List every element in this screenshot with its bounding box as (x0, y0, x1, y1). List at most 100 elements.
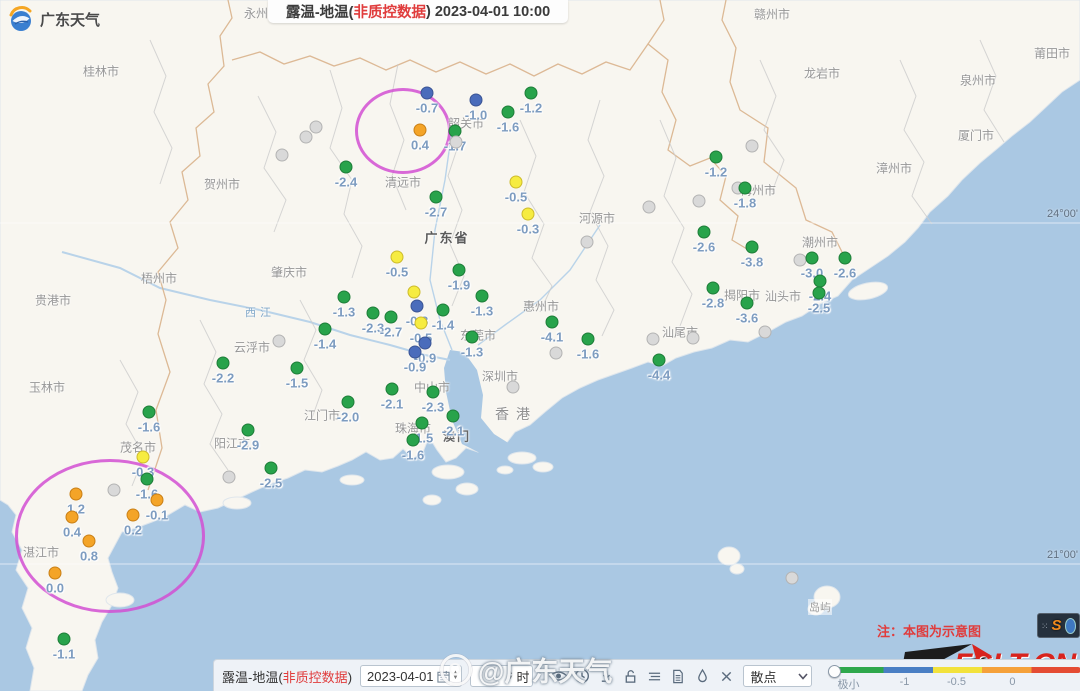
station-dot[interactable] (127, 509, 140, 522)
date-spinner[interactable]: ▲▼ (453, 671, 459, 681)
station-dot[interactable] (342, 396, 355, 409)
station-dot[interactable] (223, 471, 236, 484)
station-value: -1.2 (520, 101, 542, 116)
history-icon[interactable] (571, 666, 593, 686)
station-dot[interactable] (437, 304, 450, 317)
hour-spinner[interactable]: ▲▼ (508, 671, 514, 681)
station-dot[interactable] (450, 136, 463, 149)
station-dot[interactable] (759, 326, 772, 339)
station-dot[interactable] (476, 290, 489, 303)
station-dot[interactable] (525, 87, 538, 100)
calendar-icon[interactable] (437, 670, 450, 683)
station-dot[interactable] (427, 386, 440, 399)
station-dot[interactable] (582, 333, 595, 346)
hour-input[interactable]: ▲▼ 时 (470, 665, 533, 687)
station-value: -2.1 (381, 397, 403, 412)
station-dot[interactable] (217, 357, 230, 370)
station-dot[interactable] (319, 323, 332, 336)
station-dot[interactable] (698, 226, 711, 239)
station-dot[interactable] (421, 87, 434, 100)
station-dot[interactable] (151, 494, 164, 507)
station-dot[interactable] (447, 410, 460, 423)
station-dot[interactable] (746, 241, 759, 254)
station-dot[interactable] (414, 124, 427, 137)
station-dot[interactable] (813, 287, 826, 300)
station-dot[interactable] (49, 567, 62, 580)
station-value: -2.5 (260, 476, 282, 491)
station-dot[interactable] (386, 383, 399, 396)
station-dot[interactable] (408, 286, 421, 299)
mode-select[interactable]: 散点 (743, 665, 812, 687)
station-dot[interactable] (291, 362, 304, 375)
station-dot[interactable] (643, 201, 656, 214)
station-value: -3.8 (741, 255, 763, 270)
station-dot[interactable] (411, 300, 424, 313)
station-dot[interactable] (338, 291, 351, 304)
station-dot[interactable] (391, 251, 404, 264)
station-dot[interactable] (510, 176, 523, 189)
station-dot[interactable] (687, 332, 700, 345)
station-dot[interactable] (507, 381, 520, 394)
layers-icon[interactable] (643, 666, 665, 686)
station-dot[interactable] (653, 354, 666, 367)
station-dot[interactable] (265, 462, 278, 475)
station-dot[interactable] (746, 140, 759, 153)
station-dot[interactable] (276, 149, 289, 162)
station-dot[interactable] (83, 535, 96, 548)
eye-icon[interactable] (547, 666, 569, 686)
station-value: -0.5 (505, 190, 527, 205)
station-dot[interactable] (806, 252, 819, 265)
station-dot[interactable] (546, 316, 559, 329)
station-dot[interactable] (647, 333, 660, 346)
station-dot[interactable] (143, 406, 156, 419)
station-dot[interactable] (137, 451, 150, 464)
station-dot[interactable] (70, 488, 83, 501)
download-icon[interactable] (595, 666, 617, 686)
station-dot[interactable] (367, 307, 380, 320)
station-dot[interactable] (273, 335, 286, 348)
station-dot[interactable] (522, 208, 535, 221)
document-icon[interactable] (667, 666, 689, 686)
station-dot[interactable] (141, 473, 154, 486)
station-dot[interactable] (415, 317, 428, 330)
station-value: -1.6 (577, 347, 599, 362)
taskbar-fragment[interactable]: ⁙ S (1037, 613, 1080, 638)
station-dot[interactable] (416, 417, 429, 430)
station-dot[interactable] (58, 633, 71, 646)
station-value: -1.4 (314, 337, 336, 352)
map-title-bar: 露温-地温(非质控数据) 2023-04-01 10:00 (268, 0, 568, 23)
station-dot[interactable] (466, 331, 479, 344)
station-value: -4.4 (648, 368, 670, 383)
droplet-icon[interactable] (691, 666, 713, 686)
station-dot[interactable] (786, 572, 799, 585)
station-dot[interactable] (710, 151, 723, 164)
station-dot[interactable] (470, 94, 483, 107)
station-dot[interactable] (814, 275, 827, 288)
station-dot[interactable] (66, 511, 79, 524)
close-icon[interactable] (715, 666, 737, 686)
station-dot[interactable] (340, 161, 353, 174)
station-dot[interactable] (409, 346, 422, 359)
station-dot[interactable] (581, 236, 594, 249)
color-gradient-bar (834, 667, 1080, 673)
station-dot[interactable] (300, 131, 313, 144)
station-dot[interactable] (108, 484, 121, 497)
date-input[interactable]: 2023-04-01 ▲▼ (360, 665, 462, 687)
station-dot[interactable] (707, 282, 720, 295)
station-value: -2.2 (212, 371, 234, 386)
station-dot[interactable] (502, 106, 515, 119)
station-dot[interactable] (739, 182, 752, 195)
station-dot[interactable] (693, 195, 706, 208)
station-value: -2.5 (808, 301, 830, 316)
station-dot[interactable] (741, 297, 754, 310)
station-dot[interactable] (550, 347, 563, 360)
unlock-icon[interactable] (619, 666, 641, 686)
station-dot[interactable] (242, 424, 255, 437)
station-dot[interactable] (310, 121, 323, 134)
station-dot[interactable] (407, 434, 420, 447)
station-dot[interactable] (430, 191, 443, 204)
title-prefix: 露温-地温( (286, 1, 354, 22)
station-dot[interactable] (839, 252, 852, 265)
station-dot[interactable] (385, 311, 398, 324)
station-dot[interactable] (453, 264, 466, 277)
